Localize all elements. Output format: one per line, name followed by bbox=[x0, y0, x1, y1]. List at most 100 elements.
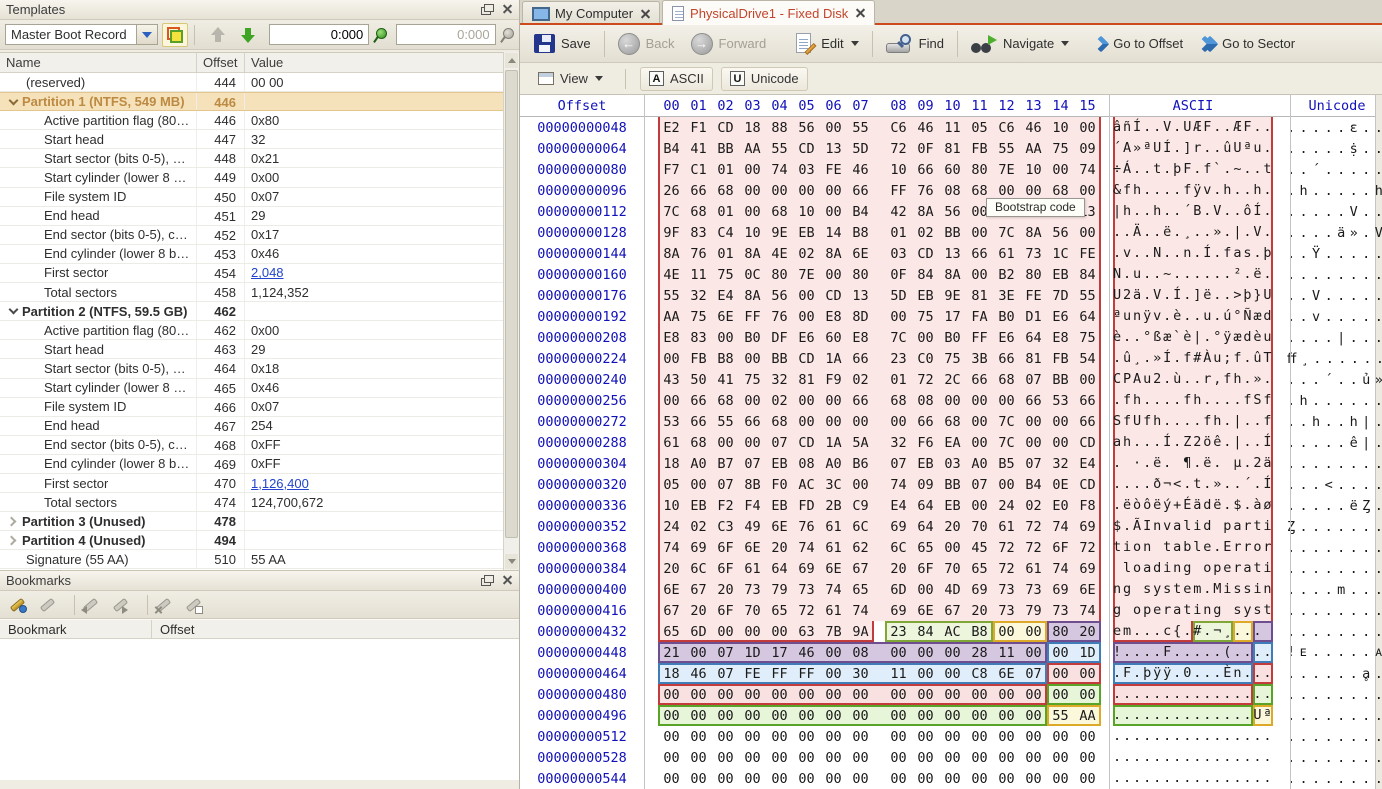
hex-byte[interactable]: 00 bbox=[993, 183, 1020, 199]
hex-byte[interactable]: 00 bbox=[739, 162, 766, 178]
template-row[interactable]: Start sector (bits 0-5), cylin...4480x21 bbox=[0, 149, 503, 168]
hex-byte[interactable]: 01 bbox=[885, 225, 912, 241]
hex-byte[interactable]: 69 bbox=[685, 540, 712, 556]
hex-byte[interactable]: 00 bbox=[966, 729, 993, 745]
hex-byte[interactable]: 66 bbox=[739, 414, 766, 430]
hex-byte[interactable]: 00 bbox=[1074, 666, 1101, 682]
hex-byte[interactable]: 07 bbox=[1020, 666, 1047, 682]
hex-byte[interactable]: 00 bbox=[739, 687, 766, 703]
hex-ascii[interactable]: loading operati bbox=[1113, 558, 1273, 579]
hex-byte[interactable]: 03 bbox=[793, 162, 820, 178]
hex-byte[interactable]: 00 bbox=[1074, 750, 1101, 766]
template-row[interactable]: End sector (bits 0-5), cylin...4520x17 bbox=[0, 226, 503, 245]
template-row[interactable]: Start head46329 bbox=[0, 340, 503, 359]
hex-byte[interactable]: 07 bbox=[712, 666, 739, 682]
hex-byte[interactable]: 00 bbox=[793, 729, 820, 745]
hex-byte[interactable]: 13 bbox=[847, 288, 874, 304]
hex-byte[interactable]: 69 bbox=[793, 561, 820, 577]
hex-byte[interactable]: 00 bbox=[847, 414, 874, 430]
hex-byte[interactable]: 20 bbox=[766, 540, 793, 556]
hex-byte[interactable]: 75 bbox=[739, 372, 766, 388]
hex-byte[interactable]: 7E bbox=[793, 267, 820, 283]
view-button[interactable]: View bbox=[530, 67, 611, 91]
hex-byte[interactable]: C6 bbox=[885, 120, 912, 136]
column-header-value[interactable]: Value bbox=[245, 53, 503, 72]
hex-byte[interactable]: 09 bbox=[912, 477, 939, 493]
hex-byte[interactable]: 9A bbox=[847, 624, 874, 640]
hex-byte[interactable]: 00 bbox=[712, 708, 739, 724]
hex-byte[interactable]: 83 bbox=[685, 330, 712, 346]
hex-byte[interactable]: 8A bbox=[912, 204, 939, 220]
hex-byte[interactable]: 81 bbox=[1020, 351, 1047, 367]
hex-byte[interactable]: 00 bbox=[966, 771, 993, 787]
hex-byte[interactable]: 73 bbox=[1020, 246, 1047, 262]
hex-byte[interactable]: 00 bbox=[820, 750, 847, 766]
hex-byte[interactable]: A0 bbox=[966, 456, 993, 472]
hex-byte[interactable]: 17 bbox=[766, 645, 793, 661]
hex-ascii[interactable]: è..°ßæ`è|.°ÿædèu bbox=[1113, 327, 1273, 348]
hex-byte[interactable]: 18 bbox=[658, 666, 685, 682]
hex-byte[interactable]: CD bbox=[1074, 435, 1101, 451]
hex-byte[interactable]: E4 bbox=[885, 498, 912, 514]
hex-byte[interactable]: 00 bbox=[1020, 708, 1047, 724]
hex-byte[interactable]: 76 bbox=[766, 309, 793, 325]
hex-byte[interactable]: 00 bbox=[1047, 162, 1074, 178]
hex-byte[interactable]: 66 bbox=[847, 351, 874, 367]
hex-unicode[interactable]: ........ bbox=[1287, 456, 1382, 472]
hex-byte[interactable]: 66 bbox=[966, 372, 993, 388]
hex-byte[interactable]: 00 bbox=[966, 750, 993, 766]
hex-byte[interactable]: F2 bbox=[712, 498, 739, 514]
hex-byte[interactable]: 8D bbox=[847, 309, 874, 325]
hex-byte[interactable]: 68 bbox=[766, 204, 793, 220]
hex-byte[interactable]: FF bbox=[793, 666, 820, 682]
hex-byte[interactable]: 00 bbox=[939, 729, 966, 745]
hex-byte[interactable]: 00 bbox=[912, 729, 939, 745]
hex-byte[interactable]: 66 bbox=[966, 246, 993, 262]
hex-byte[interactable]: AA bbox=[739, 141, 766, 157]
hex-byte[interactable]: 10 bbox=[1047, 120, 1074, 136]
hex-ascii[interactable]: ..............Uª bbox=[1113, 705, 1273, 726]
hex-byte[interactable]: 6E bbox=[820, 561, 847, 577]
hex-byte[interactable]: 68 bbox=[712, 393, 739, 409]
tab-my-computer[interactable]: My Computer bbox=[522, 1, 660, 25]
column-header-name[interactable]: Name bbox=[0, 53, 197, 72]
hex-byte[interactable]: 28 bbox=[966, 645, 993, 661]
hex-byte[interactable]: 69 bbox=[1074, 561, 1101, 577]
hex-byte[interactable]: 32 bbox=[685, 288, 712, 304]
hex-byte[interactable]: B4 bbox=[658, 141, 685, 157]
hex-byte[interactable]: E2 bbox=[658, 120, 685, 136]
hex-byte[interactable]: 72 bbox=[1020, 540, 1047, 556]
hex-byte[interactable]: 55 bbox=[766, 141, 793, 157]
template-row[interactable]: First sector4542,048 bbox=[0, 264, 503, 283]
hex-byte[interactable]: 65 bbox=[912, 540, 939, 556]
hex-byte[interactable]: C3 bbox=[712, 519, 739, 535]
hex-byte[interactable]: 00 bbox=[658, 393, 685, 409]
hex-byte[interactable]: 07 bbox=[1020, 456, 1047, 472]
hex-byte[interactable]: FE bbox=[820, 162, 847, 178]
hex-unicode[interactable]: ﬀ¸...... bbox=[1287, 351, 1382, 367]
hex-byte[interactable]: 3C bbox=[820, 477, 847, 493]
hex-byte[interactable]: 74 bbox=[658, 540, 685, 556]
hex-byte[interactable]: 6E bbox=[658, 582, 685, 598]
hex-byte[interactable]: AA bbox=[1020, 141, 1047, 157]
hex-byte[interactable]: C6 bbox=[993, 120, 1020, 136]
hex-byte[interactable]: 00 bbox=[766, 183, 793, 199]
template-row[interactable]: Partition 3 (Unused)478 bbox=[0, 512, 503, 531]
hex-byte[interactable]: 30 bbox=[847, 666, 874, 682]
hex-byte[interactable]: 00 bbox=[912, 687, 939, 703]
next-item-button[interactable] bbox=[235, 23, 261, 47]
hex-byte[interactable]: 00 bbox=[712, 771, 739, 787]
hex-byte[interactable]: 26 bbox=[658, 183, 685, 199]
hex-byte[interactable]: 00 bbox=[885, 771, 912, 787]
hex-byte[interactable]: 00 bbox=[885, 708, 912, 724]
hex-byte[interactable]: E8 bbox=[658, 330, 685, 346]
scrollbar-thumb[interactable] bbox=[505, 70, 518, 538]
hex-byte[interactable]: 3B bbox=[966, 351, 993, 367]
close-panel-icon[interactable] bbox=[502, 4, 513, 15]
hex-byte[interactable]: 64 bbox=[912, 498, 939, 514]
hex-byte[interactable]: CD bbox=[712, 120, 739, 136]
hex-byte[interactable]: 6E bbox=[993, 666, 1020, 682]
hex-byte[interactable]: 00 bbox=[820, 687, 847, 703]
hex-byte[interactable]: C8 bbox=[966, 666, 993, 682]
hex-byte[interactable]: B4 bbox=[847, 204, 874, 220]
